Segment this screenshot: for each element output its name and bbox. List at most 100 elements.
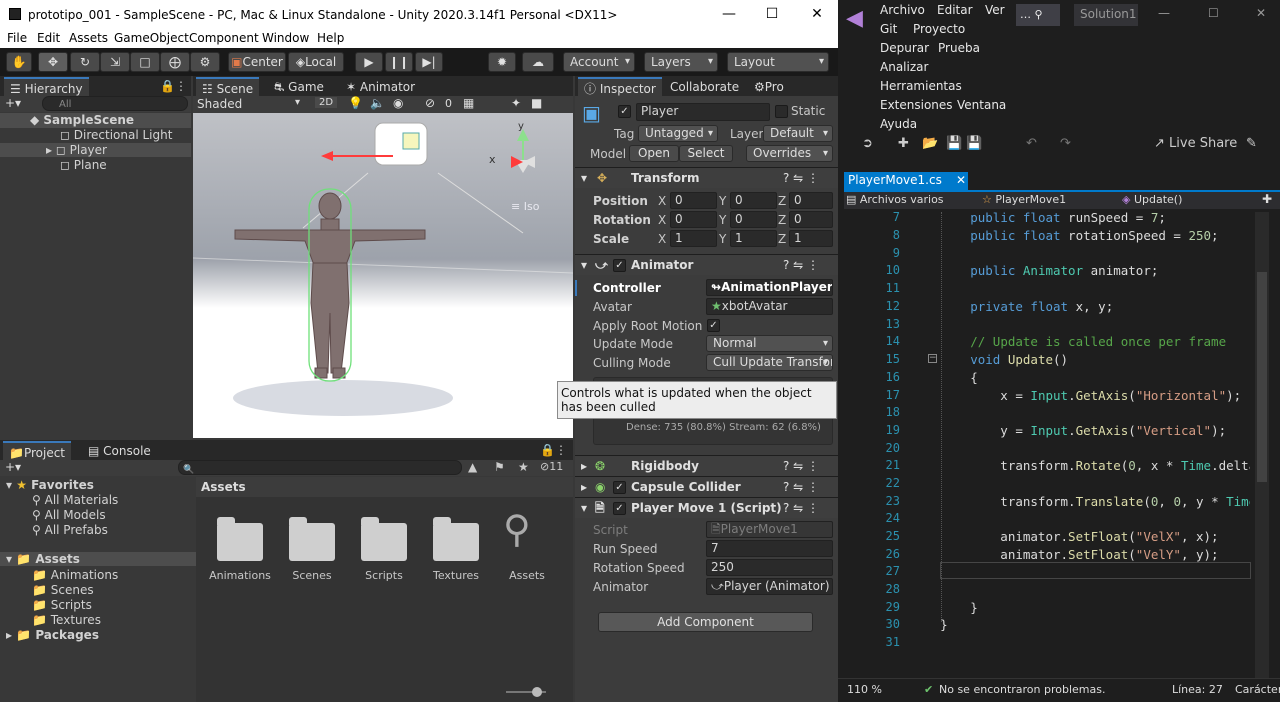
code-line[interactable]: x = Input.GetAxis("Horizontal"); (910, 388, 1250, 406)
account-dropdown[interactable]: Account (563, 52, 635, 72)
zoom-level[interactable]: 110 % (847, 683, 882, 696)
transform-1-x-input[interactable]: 0 (670, 211, 717, 228)
cloud-icon[interactable]: ☁ (522, 52, 554, 72)
code-line[interactable]: public float runSpeed = 7; (910, 210, 1250, 228)
code-line[interactable] (910, 246, 1250, 264)
icon-size-slider-thumb[interactable] (532, 687, 542, 697)
lighting-icon[interactable]: 💡 (348, 96, 363, 110)
folder-scripts[interactable]: 📁 Scripts (32, 598, 92, 612)
overrides-dropdown[interactable]: Overrides (746, 145, 833, 162)
menu-component[interactable]: Component (189, 31, 259, 45)
component-menu-icons[interactable]: ? ⇋ ⋮ (783, 498, 819, 518)
transform-2-z-input[interactable]: 1 (789, 230, 833, 247)
code-line[interactable] (910, 582, 1250, 600)
code-line[interactable] (910, 441, 1250, 459)
menu-help[interactable]: Help (317, 31, 344, 45)
redo-icon[interactable]: ↷ (1060, 136, 1071, 151)
capsule-collider-header[interactable]: ▸ ◉ ✓ Capsule Collider ? ⇋ ⋮ (575, 476, 838, 497)
menu-edit[interactable]: Edit (37, 31, 60, 45)
add-component-button[interactable]: Add Component (598, 612, 813, 632)
scrollbar-thumb[interactable] (1257, 272, 1267, 482)
search-icon[interactable]: ⚲ (503, 507, 531, 551)
vs-menu-git[interactable]: Git (880, 22, 897, 36)
vs-close-button[interactable]: ✕ (1256, 6, 1266, 20)
transform-0-z-input[interactable]: 0 (789, 192, 833, 209)
code-line[interactable] (910, 281, 1250, 299)
audio-icon[interactable]: 🔈 (370, 96, 385, 110)
tools-icon[interactable]: ✦ (511, 96, 521, 110)
save-icon[interactable]: 💾 (946, 136, 962, 151)
grid-icon[interactable]: ▦ (463, 96, 474, 110)
shading-mode-dropdown[interactable]: Shaded (197, 97, 242, 111)
hierarchy-item-directional-light[interactable]: ◻ Directional Light (60, 128, 172, 142)
tab-hierarchy[interactable]: ☰ Hierarchy (4, 77, 89, 97)
back-icon[interactable]: ➲ (862, 136, 873, 151)
fav-all-materials[interactable]: ⚲ All Materials (32, 493, 118, 507)
component-menu-icons[interactable]: ? ⇋ ⋮ (783, 477, 819, 497)
transform-2-y-input[interactable]: 1 (730, 230, 777, 247)
layout-dropdown[interactable]: Layout (727, 52, 829, 72)
folder-icon[interactable] (217, 517, 263, 561)
assets-folder[interactable]: ▾ 📁 Assets (0, 552, 196, 566)
breadcrumb[interactable]: Assets (196, 477, 573, 497)
code-line[interactable]: animator.SetFloat("VelX", x); (910, 529, 1250, 547)
layers-dropdown[interactable]: Layers (644, 52, 718, 72)
favorites-header[interactable]: ▾ ★ Favorites (6, 478, 94, 492)
code-line[interactable]: } (910, 617, 1250, 635)
vs-maximize-button[interactable]: ☐ (1208, 6, 1219, 20)
hand-tool-icon[interactable]: ✋ (6, 52, 32, 72)
vertical-scrollbar[interactable] (1255, 212, 1269, 678)
folder-icon[interactable] (289, 517, 335, 561)
vs-menu-proyecto[interactable]: Proyecto (913, 22, 965, 36)
effects-icon[interactable]: ◉ (393, 96, 403, 110)
code-line[interactable]: transform.Rotate(0, x * Time.delta (910, 458, 1250, 476)
tab-scene[interactable]: ☷ Scene (196, 77, 260, 97)
pause-icon[interactable]: ❙❙ (385, 52, 413, 72)
feedback-icon[interactable]: ✎ (1246, 136, 1257, 151)
tab-playermove1-cs[interactable]: PlayerMove1.cs ✕ (844, 172, 968, 190)
pivot-local-button[interactable]: ◈Local (288, 52, 344, 72)
add-icon[interactable]: +▾ (5, 460, 21, 474)
tab-game[interactable]: ⛐ Game (268, 77, 330, 97)
object-name-input[interactable]: Player (636, 103, 770, 121)
menu-assets[interactable]: Assets (69, 31, 108, 45)
code-line[interactable]: { (910, 370, 1250, 388)
transform-1-y-input[interactable]: 0 (730, 211, 777, 228)
tab-project-settings[interactable]: ⚙Pro (748, 77, 790, 97)
code-line[interactable] (910, 511, 1250, 529)
close-tab-icon[interactable]: ✕ (956, 173, 966, 187)
vs-menu-depurar[interactable]: Depurar (880, 41, 929, 55)
lock-icon[interactable]: 🔒⋮ (160, 79, 187, 93)
collider-enabled-checkbox[interactable]: ✓ (613, 481, 626, 494)
favorite-star-icon[interactable]: ★ (518, 460, 529, 474)
tab-collaborate[interactable]: Collaborate (664, 77, 745, 97)
vs-menu-prueba[interactable]: Prueba (938, 41, 980, 55)
script-header[interactable]: ▾ 🗎 ✓ Player Move 1 (Script) ? ⇋ ⋮ (575, 497, 838, 518)
transform-1-z-input[interactable]: 0 (789, 211, 833, 228)
issues-status[interactable]: No se encontraron problemas. (939, 683, 1105, 696)
component-menu-icons[interactable]: ? ⇋ ⋮ (783, 168, 819, 188)
vs-menu-herramientas[interactable]: Herramientas (880, 79, 962, 93)
tag-dropdown[interactable]: Untagged (638, 125, 718, 142)
toggle-2d-button[interactable]: 2D (315, 97, 338, 108)
member-nav-dropdown[interactable]: ◈ Update() (1122, 193, 1182, 206)
transform-2-x-input[interactable]: 1 (670, 230, 717, 247)
vs-menu-analizar[interactable]: Analizar (880, 60, 928, 74)
hidden-objects-icon[interactable]: ⊘ (425, 96, 435, 110)
hierarchy-search-input[interactable]: All (42, 96, 188, 111)
vs-minimize-button[interactable]: — (1158, 6, 1170, 20)
culling-mode-dropdown[interactable]: Cull Update Transfor (706, 354, 833, 371)
hierarchy-item-plane[interactable]: ◻ Plane (60, 158, 107, 172)
rigidbody-header[interactable]: ▸ ❂ Rigidbody ? ⇋ ⋮ (575, 455, 838, 476)
move-tool-icon[interactable]: ✥ (38, 52, 68, 72)
open-model-button[interactable]: Open (629, 145, 679, 162)
lock-icon[interactable]: 🔒⋮ (540, 443, 567, 457)
save-all-icon[interactable]: 💾 (966, 136, 982, 151)
vs-menu-ver[interactable]: Ver (985, 3, 1005, 17)
code-line[interactable]: animator.SetFloat("VelY", y); (910, 547, 1250, 565)
custom-tool-icon[interactable]: ⚙ (190, 52, 220, 72)
select-model-button[interactable]: Select (679, 145, 733, 162)
code-line[interactable] (910, 635, 1250, 653)
avatar-field[interactable]: ★xbotAvatar (706, 298, 833, 315)
folder-icon[interactable] (433, 517, 479, 561)
